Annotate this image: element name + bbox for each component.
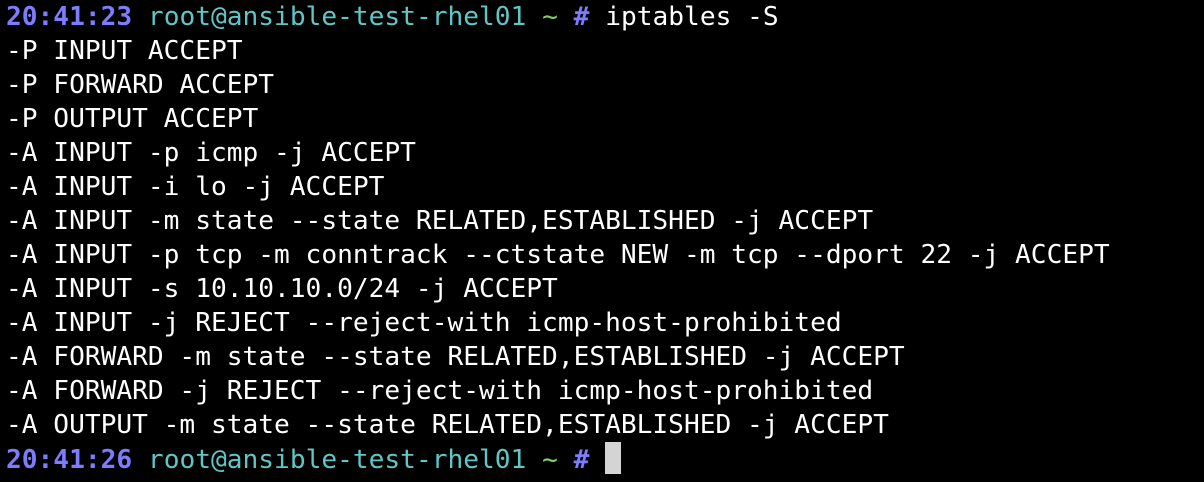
output-line: -A INPUT -s 10.10.10.0/24 -j ACCEPT [6,274,558,304]
prompt-cwd: ~ [542,2,558,32]
text-cursor[interactable] [605,442,622,474]
prompt-cwd: ~ [542,445,558,475]
output-line: -A INPUT -p tcp -m conntrack --ctstate N… [6,240,1110,270]
output-line: -A INPUT -j REJECT --reject-with icmp-ho… [6,308,842,338]
output-line: -A INPUT -p icmp -j ACCEPT [6,138,416,168]
active-prompt-line[interactable]: 20:41:26 root@ansible-test-rhel01 ~ # [6,442,1204,476]
prompt-time: 20:41:23 [6,2,133,32]
prompt-time: 20:41:26 [6,445,133,475]
output-line: -P FORWARD ACCEPT [6,70,275,100]
output-line: -A FORWARD -m state --state RELATED,ESTA… [6,342,905,372]
output-line: -P OUTPUT ACCEPT [6,104,259,134]
command-text: iptables -S [605,2,779,32]
prompt-user-host: root@ansible-test-rhel01 [147,2,527,32]
output-line: -A FORWARD -j REJECT --reject-with icmp-… [6,376,874,406]
output-line: -P INPUT ACCEPT [6,36,243,66]
output-line: -A INPUT -m state --state RELATED,ESTABL… [6,206,874,236]
prompt-user-host: root@ansible-test-rhel01 [147,445,527,475]
prompt-symbol: # [573,2,590,32]
prompt-symbol: # [573,445,590,475]
output-line: -A OUTPUT -m state --state RELATED,ESTAB… [6,410,889,440]
output-line: -A INPUT -i lo -j ACCEPT [6,172,385,202]
prompt-line: 20:41:23 root@ansible-test-rhel01 ~ # ip… [6,0,1204,34]
terminal-window[interactable]: 20:41:23 root@ansible-test-rhel01 ~ # ip… [0,0,1204,482]
